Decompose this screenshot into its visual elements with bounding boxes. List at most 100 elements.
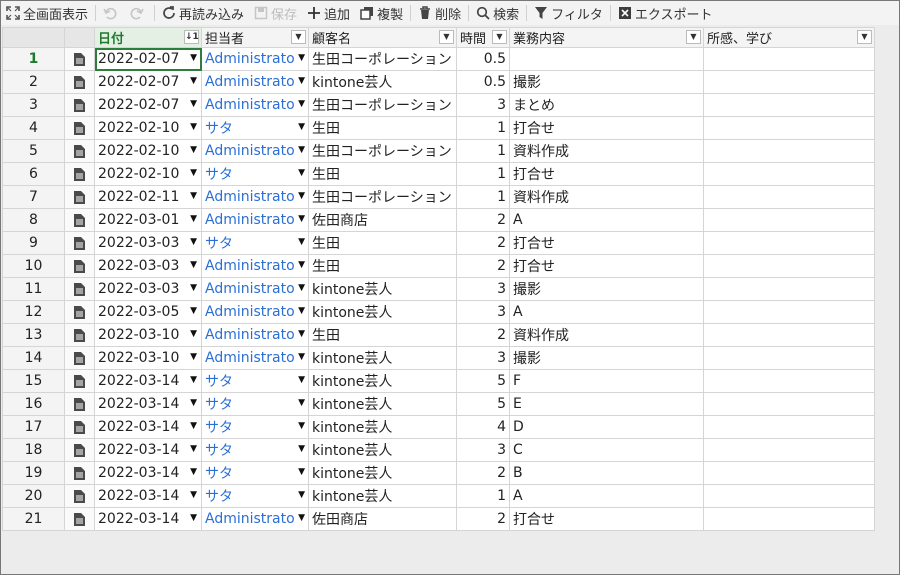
row-number[interactable]: 16 [2, 392, 65, 416]
customer-cell[interactable]: kintone芸人 [308, 461, 457, 485]
task-cell[interactable]: A [509, 484, 704, 508]
dropdown-arrow-icon[interactable]: ▼ [298, 76, 305, 86]
record-detail-button[interactable] [64, 116, 95, 140]
row-number[interactable]: 13 [2, 323, 65, 347]
task-cell[interactable]: 打合せ [509, 231, 704, 255]
date-cell[interactable]: 2022-02-10 ▼ [94, 116, 202, 140]
dropdown-arrow-icon[interactable]: ▼ [190, 283, 197, 293]
task-cell[interactable]: A [509, 300, 704, 324]
owner-cell[interactable]: サタ ▼ [201, 484, 309, 508]
task-cell[interactable]: 資料作成 [509, 323, 704, 347]
notes-cell[interactable] [703, 116, 875, 140]
row-number[interactable]: 3 [2, 93, 65, 117]
row-number[interactable]: 19 [2, 461, 65, 485]
dropdown-arrow-icon[interactable]: ▼ [298, 237, 305, 247]
date-cell[interactable]: 2022-03-01 ▼ [94, 208, 202, 232]
hours-cell[interactable]: 5 [456, 369, 510, 393]
owner-cell[interactable]: Administrato ▼ [201, 93, 309, 117]
dropdown-arrow-icon[interactable]: ▼ [190, 421, 197, 431]
notes-cell[interactable] [703, 461, 875, 485]
owner-cell[interactable]: Administrato ▼ [201, 300, 309, 324]
hours-cell[interactable]: 0.5 [456, 70, 510, 94]
dropdown-arrow-icon[interactable]: ▼ [190, 352, 197, 362]
dropdown-arrow-icon[interactable]: ▼ [298, 513, 305, 523]
dropdown-arrow-icon[interactable]: ▼ [298, 421, 305, 431]
dropdown-arrow-icon[interactable]: ▼ [298, 467, 305, 477]
table-row[interactable]: 7 2022-02-11 ▼ Administrato ▼ 生田コーポレーション 1 資料作成 [2, 185, 875, 209]
owner-cell[interactable]: サタ ▼ [201, 415, 309, 439]
column-menu-icon[interactable]: ▼ [686, 30, 701, 44]
table-row[interactable]: 1 2022-02-07 ▼ Administrato ▼ 生田コーポレーション 0.5 [2, 47, 875, 71]
hours-cell[interactable]: 2 [456, 208, 510, 232]
duplicate-button[interactable]: 複製 [355, 2, 408, 24]
notes-cell[interactable] [703, 392, 875, 416]
table-row[interactable]: 8 2022-03-01 ▼ Administrato ▼ 佐田商店 2 A [2, 208, 875, 232]
hours-cell[interactable]: 2 [456, 231, 510, 255]
table-row[interactable]: 12 2022-03-05 ▼ Administrato ▼ kintone芸人 3 A [2, 300, 875, 324]
task-cell[interactable]: 打合せ [509, 254, 704, 278]
column-header-owner[interactable]: 担当者 ▼ [201, 27, 309, 48]
task-cell[interactable]: B [509, 461, 704, 485]
owner-cell[interactable]: サタ ▼ [201, 369, 309, 393]
search-button[interactable]: 検索 [471, 2, 524, 24]
hours-cell[interactable]: 3 [456, 93, 510, 117]
table-row[interactable]: 19 2022-03-14 ▼ サタ ▼ kintone芸人 2 B [2, 461, 875, 485]
record-detail-button[interactable] [64, 231, 95, 255]
row-number[interactable]: 18 [2, 438, 65, 462]
date-cell[interactable]: 2022-02-11 ▼ [94, 185, 202, 209]
column-header-task[interactable]: 業務内容 ▼ [509, 27, 704, 48]
dropdown-arrow-icon[interactable]: ▼ [190, 76, 197, 86]
task-cell[interactable] [509, 47, 704, 71]
task-cell[interactable]: 打合せ [509, 116, 704, 140]
dropdown-arrow-icon[interactable]: ▼ [298, 306, 305, 316]
record-detail-button[interactable] [64, 139, 95, 163]
date-cell[interactable]: 2022-03-05 ▼ [94, 300, 202, 324]
add-button[interactable]: 追加 [302, 2, 355, 24]
column-header-hours[interactable]: 時間 ▼ [456, 27, 510, 48]
dropdown-arrow-icon[interactable]: ▼ [190, 260, 197, 270]
task-cell[interactable]: A [509, 208, 704, 232]
notes-cell[interactable] [703, 507, 875, 531]
notes-cell[interactable] [703, 70, 875, 94]
table-row[interactable]: 14 2022-03-10 ▼ Administrato ▼ kintone芸人 3 撮影 [2, 346, 875, 370]
column-menu-icon[interactable]: ▼ [492, 30, 507, 44]
redo-button[interactable] [125, 2, 152, 24]
record-detail-button[interactable] [64, 93, 95, 117]
customer-cell[interactable]: 生田 [308, 116, 457, 140]
task-cell[interactable]: まとめ [509, 93, 704, 117]
record-detail-button[interactable] [64, 438, 95, 462]
row-number[interactable]: 12 [2, 300, 65, 324]
notes-cell[interactable] [703, 185, 875, 209]
task-cell[interactable]: E [509, 392, 704, 416]
table-row[interactable]: 17 2022-03-14 ▼ サタ ▼ kintone芸人 4 D [2, 415, 875, 439]
hours-cell[interactable]: 2 [456, 323, 510, 347]
undo-button[interactable] [98, 2, 125, 24]
task-cell[interactable]: C [509, 438, 704, 462]
notes-cell[interactable] [703, 346, 875, 370]
owner-cell[interactable]: サタ ▼ [201, 116, 309, 140]
date-cell[interactable]: 2022-03-10 ▼ [94, 323, 202, 347]
record-detail-button[interactable] [64, 369, 95, 393]
customer-cell[interactable]: 生田 [308, 323, 457, 347]
row-number[interactable]: 15 [2, 369, 65, 393]
notes-cell[interactable] [703, 484, 875, 508]
record-detail-button[interactable] [64, 392, 95, 416]
date-cell[interactable]: 2022-03-14 ▼ [94, 392, 202, 416]
owner-cell[interactable]: サタ ▼ [201, 438, 309, 462]
notes-cell[interactable] [703, 139, 875, 163]
customer-cell[interactable]: 生田 [308, 254, 457, 278]
hours-cell[interactable]: 1 [456, 185, 510, 209]
hours-cell[interactable]: 1 [456, 484, 510, 508]
column-menu-icon[interactable]: ▼ [439, 30, 454, 44]
customer-cell[interactable]: kintone芸人 [308, 438, 457, 462]
owner-cell[interactable]: Administrato ▼ [201, 185, 309, 209]
owner-cell[interactable]: Administrato ▼ [201, 346, 309, 370]
dropdown-arrow-icon[interactable]: ▼ [298, 444, 305, 454]
column-header-customer[interactable]: 顧客名 ▼ [308, 27, 457, 48]
table-row[interactable]: 10 2022-03-03 ▼ Administrato ▼ 生田 2 打合せ [2, 254, 875, 278]
owner-cell[interactable]: サタ ▼ [201, 392, 309, 416]
table-row[interactable]: 16 2022-03-14 ▼ サタ ▼ kintone芸人 5 E [2, 392, 875, 416]
filter-button[interactable]: フィルタ [529, 2, 608, 24]
row-number[interactable]: 21 [2, 507, 65, 531]
dropdown-arrow-icon[interactable]: ▼ [298, 329, 305, 339]
